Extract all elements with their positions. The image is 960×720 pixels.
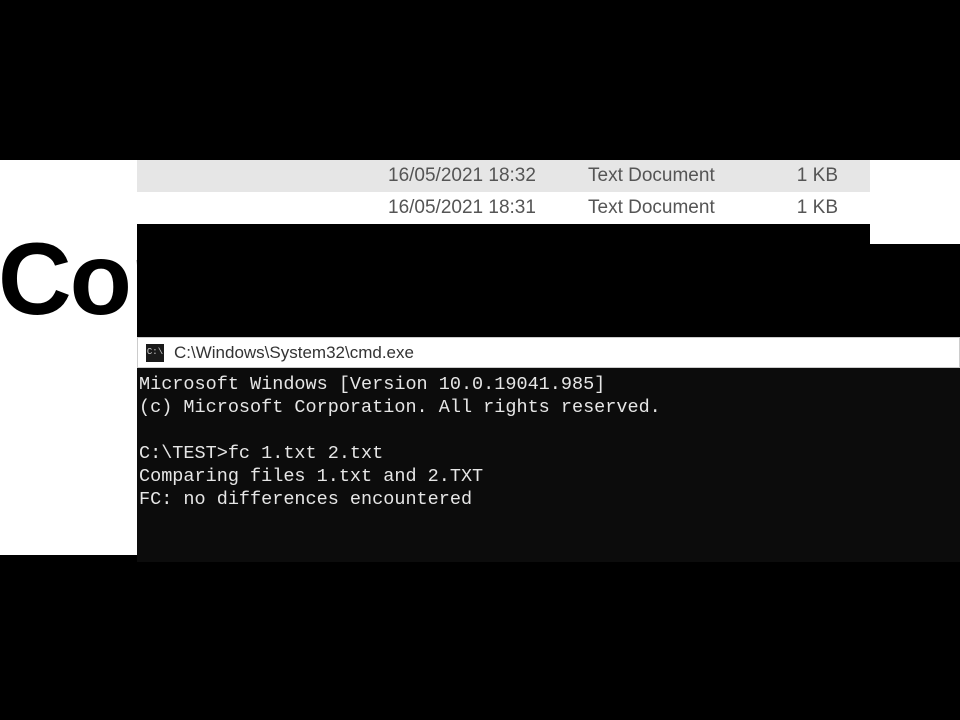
file-date: 16/05/2021 18:31	[388, 197, 588, 219]
cmd-title-text: C:\Windows\System32\cmd.exe	[174, 343, 414, 363]
cmd-line: (c) Microsoft Corporation. All rights re…	[139, 397, 661, 418]
file-size: 1 KB	[778, 197, 838, 219]
cmd-output[interactable]: Microsoft Windows [Version 10.0.19041.98…	[137, 368, 960, 562]
cmd-icon: C:\	[146, 344, 164, 362]
explorer-background-left	[0, 160, 137, 555]
cmd-line: Microsoft Windows [Version 10.0.19041.98…	[139, 374, 605, 395]
file-type: Text Document	[588, 165, 778, 187]
cmd-line: FC: no differences encountered	[139, 489, 472, 510]
file-size: 1 KB	[778, 165, 838, 187]
cmd-line: C:\TEST>fc 1.txt 2.txt	[139, 443, 383, 464]
cmd-titlebar[interactable]: C:\ C:\Windows\System32\cmd.exe	[137, 337, 960, 368]
file-date: 16/05/2021 18:32	[388, 165, 588, 187]
file-type: Text Document	[588, 197, 778, 219]
overlay-title: Compare Two Files	[0, 228, 960, 330]
cmd-line: Comparing files 1.txt and 2.TXT	[139, 466, 483, 487]
cmd-window: C:\ C:\Windows\System32\cmd.exe Microsof…	[137, 337, 960, 562]
